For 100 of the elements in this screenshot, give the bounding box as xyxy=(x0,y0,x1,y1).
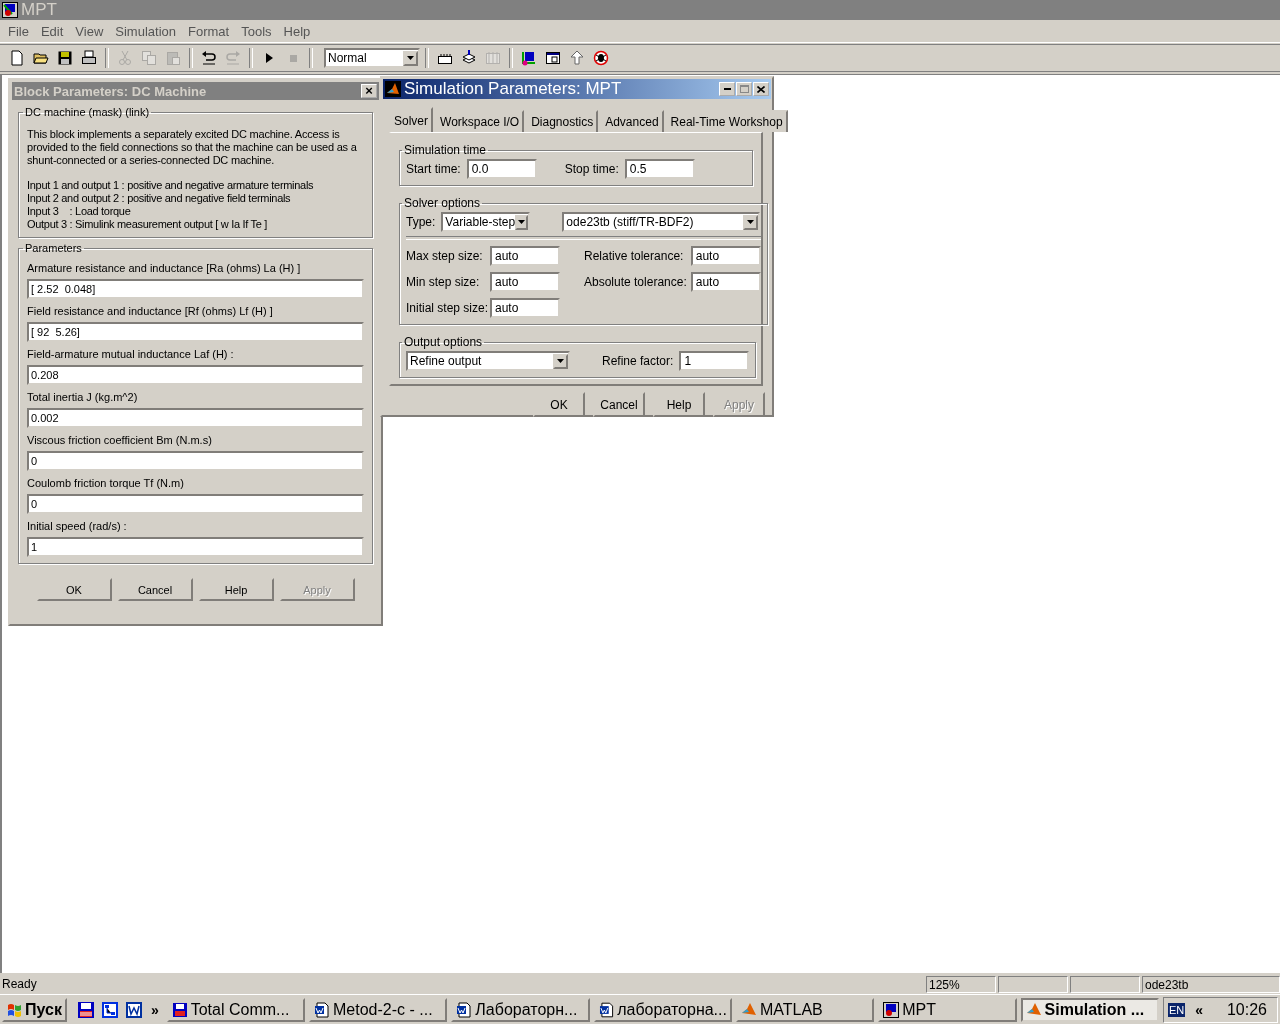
input-field[interactable]: auto xyxy=(490,272,560,292)
clock: 10:26 xyxy=(1226,1000,1267,1019)
taskbar-button[interactable]: Лабораторн... xyxy=(451,997,590,1022)
menu-item[interactable]: File xyxy=(2,23,35,39)
input-field[interactable]: 0 xyxy=(27,494,364,514)
close-button[interactable] xyxy=(753,82,769,96)
status-panel xyxy=(1070,975,1140,993)
input-field[interactable]: 0.208 xyxy=(27,365,364,385)
input-field[interactable]: 1 xyxy=(27,537,364,557)
input-field[interactable]: auto xyxy=(690,246,761,266)
taskbar-button[interactable]: Simulation ... xyxy=(1020,997,1159,1022)
status-message: Ready xyxy=(1,977,38,991)
caret-icon xyxy=(407,56,414,60)
output-mode-dropdown[interactable]: Refine output xyxy=(406,351,570,371)
menu-item[interactable]: Format xyxy=(182,23,236,39)
taskbar-button[interactable]: лабораторна... xyxy=(593,997,732,1022)
field-label: Max step size: xyxy=(406,249,484,263)
group-title: Solver options xyxy=(403,196,482,210)
dialog-button[interactable]: OK xyxy=(36,578,112,601)
input-field[interactable]: [ 92 5.26] xyxy=(27,322,364,342)
group-title: Parameters xyxy=(24,242,83,254)
field-label: Refine factor: xyxy=(602,354,674,368)
solver-name: ode23tb xyxy=(1142,975,1280,993)
input-field[interactable]: auto xyxy=(490,298,560,318)
input-field[interactable]: auto xyxy=(690,272,761,292)
description-line: Output 3 : Simulink measurement output [ w Ia If Te ] xyxy=(27,218,269,231)
field-label: Min step size: xyxy=(406,275,481,289)
solver-type-dropdown[interactable]: Variable-step xyxy=(441,212,531,232)
input-field[interactable]: 1 xyxy=(679,351,750,371)
more-chevron[interactable]: » xyxy=(150,1001,159,1018)
model-icon xyxy=(2,2,18,18)
matlab-logo-icon xyxy=(1025,1001,1042,1018)
dialog-title: Simulation Parameters: MPT xyxy=(404,79,623,99)
dialog-button[interactable]: Help xyxy=(653,392,705,417)
caret-icon xyxy=(557,359,564,363)
group-title: Simulation time xyxy=(403,143,488,157)
taskbar-button[interactable]: MATLAB xyxy=(735,997,875,1022)
minimize-icon xyxy=(723,88,731,90)
field-label: Absolute tolerance: xyxy=(584,275,687,289)
word-document-icon xyxy=(314,1001,330,1018)
menu-item[interactable]: Edit xyxy=(34,23,70,39)
taskbar-button[interactable]: Metod-2-c - ... xyxy=(309,997,448,1022)
group-title: Output options xyxy=(403,335,484,349)
input-field[interactable]: auto xyxy=(490,246,560,266)
language-indicator[interactable]: EN xyxy=(1167,1002,1186,1017)
description-line: Input 1 and output 1 : positive and negative armature terminals xyxy=(27,179,315,192)
taskbar-button[interactable]: Total Comm... xyxy=(166,997,305,1022)
tray-chevron[interactable]: « xyxy=(1195,1001,1203,1018)
print-icon[interactable] xyxy=(81,50,97,66)
field-label: Relative tolerance: xyxy=(584,249,684,263)
field-label: Type: xyxy=(406,215,436,229)
diagram-icon[interactable] xyxy=(521,50,537,66)
input-field[interactable]: 0.5 xyxy=(624,159,695,179)
open-folder-icon[interactable] xyxy=(33,50,49,66)
new-page-icon[interactable] xyxy=(9,50,25,66)
field-label: Viscous friction coefficient Bm (N.m.s) xyxy=(27,433,213,447)
undo-icon[interactable] xyxy=(201,50,217,66)
status-panel xyxy=(998,975,1068,993)
model-icon xyxy=(883,1001,900,1018)
simulation-mode-dropdown[interactable]: Normal xyxy=(324,48,420,68)
menu-item[interactable]: View xyxy=(69,23,110,39)
windows-flag-icon xyxy=(7,1001,23,1018)
input-field[interactable]: 0.002 xyxy=(27,408,364,428)
field-label: Start time: xyxy=(406,162,461,176)
field-label: Total inertia J (kg.m^2) xyxy=(27,390,139,404)
dialog-button[interactable]: Cancel xyxy=(593,392,645,417)
dialog-button[interactable]: Cancel xyxy=(117,578,193,601)
solver-dropdown[interactable]: ode23tb (stiff/TR-BDF2) xyxy=(562,212,761,232)
matlab-logo-icon xyxy=(740,1001,757,1018)
description-text: This block implements a separately excited DC machine. Access is provided to the field connections so that the machine can be used as a shunt-connected or a series-connected DC machine. xyxy=(27,128,358,167)
input-field[interactable]: [ 2.52 0.048] xyxy=(27,279,364,299)
matlab-logo-icon xyxy=(385,81,401,97)
close-icon xyxy=(757,85,765,93)
flowchart-icon[interactable] xyxy=(100,1000,119,1019)
zoom-level: 125% xyxy=(926,975,996,993)
dialog-button[interactable]: Help xyxy=(198,578,274,601)
group-title: DC machine (mask) (link) xyxy=(24,106,151,118)
field-label: Stop time: xyxy=(564,162,619,176)
menu-item[interactable]: Help xyxy=(277,23,317,39)
description-line: Input 3 : Load torque xyxy=(27,205,132,218)
stacked-pages-icon[interactable] xyxy=(461,50,477,66)
word-document-icon[interactable] xyxy=(124,1000,143,1019)
start-button[interactable]: Пуск xyxy=(2,997,67,1022)
bug-icon[interactable] xyxy=(593,50,609,66)
input-field[interactable]: 0 xyxy=(27,451,364,471)
taskbar-button[interactable]: MPT xyxy=(878,997,1017,1022)
field-label: Coulomb friction torque Tf (N.m) xyxy=(27,476,185,490)
window-title: MPT xyxy=(21,0,57,20)
menu-item[interactable]: Tools xyxy=(235,23,278,39)
window-icon[interactable] xyxy=(545,50,561,66)
field-label: Field resistance and inductance [Rf (ohms) Lf (H) ] xyxy=(27,304,274,318)
word-document-icon xyxy=(456,1001,473,1018)
dialog-title: Block Parameters: DC Machine xyxy=(14,83,208,99)
description-line: Input 2 and output 2 : positive and negative field terminals xyxy=(27,192,292,205)
dialog-button[interactable]: OK xyxy=(533,392,585,417)
up-arrow-icon[interactable] xyxy=(569,50,585,66)
minimize-button[interactable] xyxy=(719,82,735,96)
menu-item[interactable]: Simulation xyxy=(109,23,182,39)
input-field[interactable]: 0.0 xyxy=(466,159,537,179)
field-label: Field-armature mutual inductance Laf (H) : xyxy=(27,347,235,361)
